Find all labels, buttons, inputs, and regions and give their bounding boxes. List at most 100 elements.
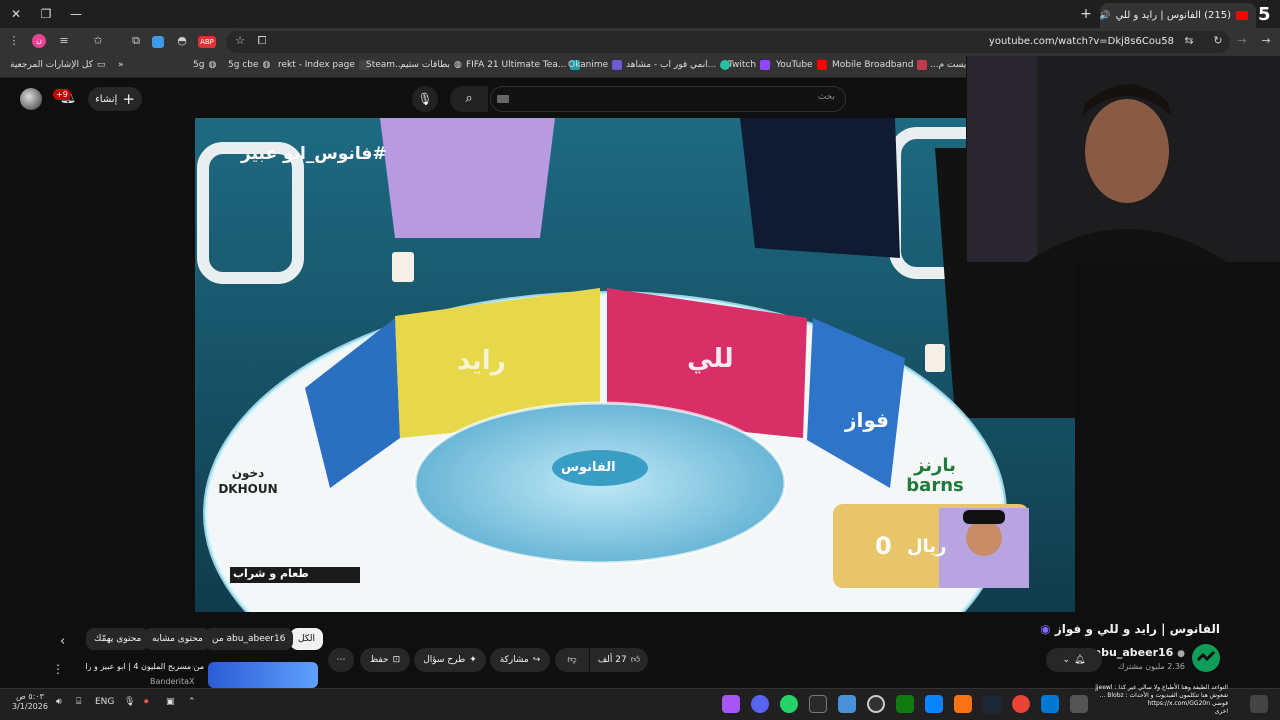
taskbar-outlook-icon[interactable] [1041,695,1059,713]
clock[interactable]: ٥:٠٣ ص 3/1/2026 [12,692,48,712]
taskbar-edge-icon[interactable] [925,695,943,713]
extension-gauge-icon[interactable]: ◓ [174,33,190,49]
bookmark-5g[interactable]: 5g ◍ [193,60,216,70]
streamer-face [1085,99,1169,203]
taskbar-xbox-icon[interactable] [896,695,914,713]
bookmark-youtube[interactable]: YouTube [776,60,827,70]
recommended-channel[interactable]: BanderitaX [150,677,195,686]
like-button[interactable]: 27 ألف 👍︎ [590,648,648,672]
forward-icon[interactable]: → [1234,33,1250,49]
reload-icon[interactable]: ↻ [1210,33,1226,49]
taskbar-steam-icon[interactable] [983,695,1001,713]
bookmark-icon: ⊡ [392,655,401,665]
ticker-line: اخرى [1214,708,1228,716]
account-avatar[interactable] [20,88,42,110]
channel-name[interactable]: abu_abeer16 ● [1094,646,1185,659]
back-icon[interactable]: → [1258,33,1274,49]
recommended-title[interactable]: من مسربح المليون 4 | ابو عبير و رايد [86,662,204,671]
tray-overflow-icon[interactable]: ⌃ [188,697,196,707]
bookmark-steam[interactable]: Steam... [366,60,404,70]
taskbar-app-orange-icon[interactable] [954,695,972,713]
chip-all[interactable]: الكل [290,628,324,650]
thumbs-down-icon: 👎︎ [567,655,577,665]
save-button[interactable]: حفظ ⊡ [360,648,410,672]
minimize-window-icon[interactable]: — [66,4,86,24]
start-menu-icon[interactable] [1250,695,1268,713]
bookmark-steam-cards[interactable]: بطاقات ستيم ◍ [400,60,462,70]
folder-icon: ▭ [96,60,106,70]
voice-search-mic-icon[interactable]: 🎙︎ [412,86,438,112]
bookmark-other[interactable]: ...يست م [930,60,966,70]
media-icon[interactable]: ≡ [56,33,72,49]
channel-logo-icon [1196,650,1216,662]
taskbar-terminal-icon[interactable] [809,695,827,713]
chip-for-you[interactable]: محتوى يهمّك [86,628,150,650]
bookmark-okanime[interactable]: Okanime [568,60,623,70]
dislike-button[interactable]: 👎︎ [555,648,589,672]
channel-avatar[interactable] [1192,644,1220,672]
search-icon[interactable]: ⌕ [450,86,488,112]
recommended-menu-icon[interactable]: ⋮ [52,662,64,676]
globe-icon: ◍ [208,60,217,70]
adblock-icon[interactable]: ABP [198,36,216,48]
tab-youtube[interactable]: ✕ 🔊 (215) الفانوس | رايد و للي [1100,3,1256,28]
sponsor-dkhoun: دخون DKHOUN [218,466,278,496]
tab-title: (215) الفانوس | رايد و للي [1115,10,1231,21]
bookmark-5g-cbe[interactable]: 5g cbe ◍ [228,60,270,70]
video-title: الفانوس | رايد و للي و فواز ◉ [1040,622,1220,636]
all-bookmarks[interactable]: كل الإشارات المرجعية ▭ [10,60,105,70]
install-app-icon[interactable]: ⧠ [254,33,270,49]
bookmark-rekt[interactable]: rekt - Index page [278,60,369,70]
more-actions-button[interactable]: ⋯ [328,648,354,672]
streamer-webcam [966,56,1280,262]
taskbar-obs-icon[interactable] [867,695,885,713]
taskbar-chrome-icon[interactable] [1012,695,1030,713]
restore-window-icon[interactable]: ❐ [36,4,56,24]
bookmark-fifa[interactable]: FIFA 21 Ultimate Tea... [466,60,581,70]
site-settings-icon[interactable]: ⇆ [1181,33,1197,49]
close-window-icon[interactable]: ✕ [6,4,26,24]
create-button[interactable]: إنشاء + [88,87,142,111]
search-input[interactable]: بحث [490,86,846,112]
share-button[interactable]: مشاركة ↪ [490,648,550,672]
panel-name-lily: للي [687,344,734,374]
share-arrow-icon: ↪ [532,655,541,665]
mute-tab-icon[interactable]: 🔊 [1100,11,1111,21]
bookmarks-overflow-icon[interactable]: » [118,60,124,70]
taskbar-explorer-icon[interactable] [1070,695,1088,713]
microphone-icon[interactable]: 🎙︎ [124,697,135,707]
menu-icon[interactable]: ⋮ [6,33,22,49]
volume-icon[interactable]: 🔊︎ [56,697,62,707]
score-currency: ريال [907,536,947,557]
clock-date: 3/1/2026 [12,702,48,711]
language-indicator[interactable]: ENG [95,697,114,707]
keyboard-icon[interactable] [497,95,509,103]
chat-ticker: التواعد الظيفة وهنا الأطباخ ولا سالي غير… [1095,684,1228,716]
recommended-thumbnail[interactable] [208,662,318,688]
ask-button[interactable]: طرح سؤال ✦ [414,648,486,672]
bookmark-mobile-broadband[interactable]: Mobile Broadband [832,60,928,70]
taskbar-app-instagram-icon[interactable] [722,695,740,713]
thumbs-up-icon: 👍︎ [630,655,641,665]
extension-blue-icon[interactable] [152,36,164,48]
broadband-icon [917,60,928,70]
taskbar-photos-icon[interactable] [838,695,856,713]
chip-from-channel[interactable]: من abu_abeer16 [204,628,294,650]
profile-icon[interactable]: ن [32,34,46,48]
bookmark-anime4up[interactable]: انمي فور اب - مشاهد... [626,60,731,70]
recording-icon[interactable]: ⏺ [144,697,149,707]
extensions-pin-icon[interactable]: ✩ [90,33,106,49]
subscribed-button[interactable]: ⌄ 🔔︎ [1046,648,1102,672]
taskbar-whatsapp-icon[interactable] [780,695,798,713]
bookmark-star-icon[interactable]: ☆ [232,33,248,49]
video-player[interactable]: #فانوس_ابو عبير رايد للي فواز الفانوس دخ… [195,118,1075,612]
network-icon[interactable]: ⌸ [76,697,81,707]
taskbar-discord-icon[interactable] [751,695,769,713]
chip-related[interactable]: محتوى مشابه [144,628,211,650]
extension-puzzle-icon[interactable]: ⧉ [128,33,144,49]
tray-app-icon[interactable]: ▣ [166,697,175,707]
chips-scroll-left-icon[interactable]: ‹ [60,634,65,649]
new-tab-icon[interactable]: + [1076,4,1096,24]
bookmark-twitch[interactable]: Twitch [728,60,771,70]
url-text[interactable]: youtube.com/watch?v=Dkj8s6Cou58 [989,36,1174,47]
